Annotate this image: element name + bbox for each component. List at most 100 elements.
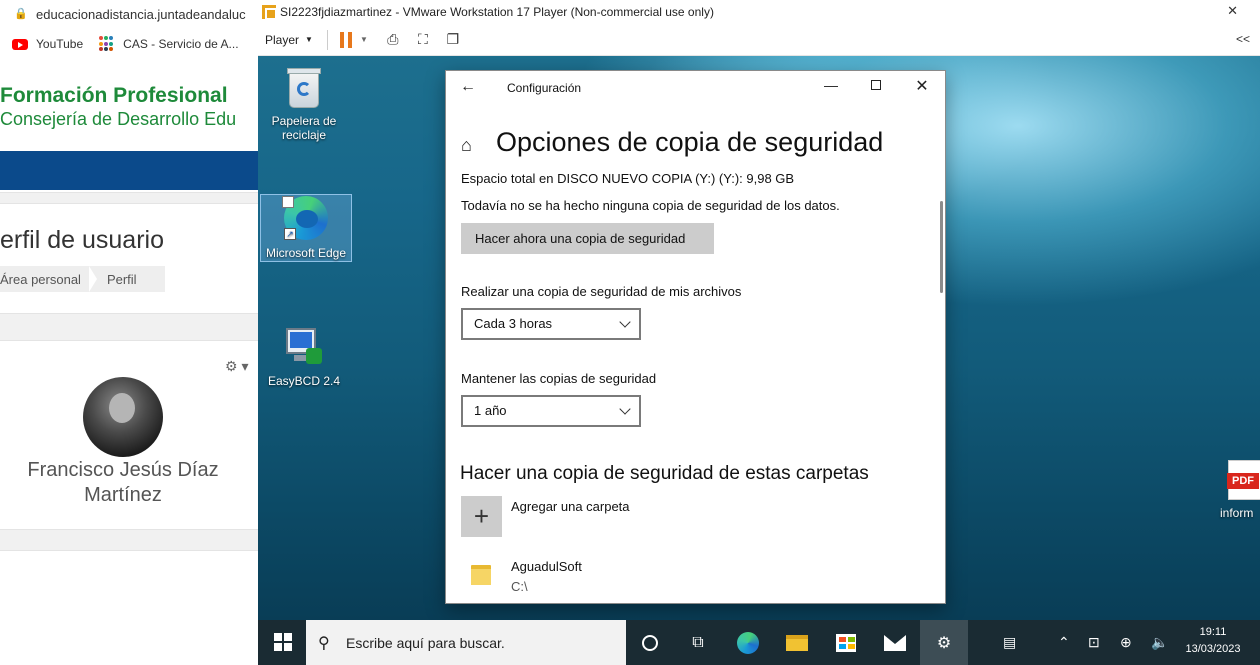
bookmark-youtube[interactable]: YouTube <box>12 37 83 51</box>
breadcrumb-current[interactable]: Perfil <box>107 272 145 287</box>
desktop-icon-pdf[interactable]: PDF inform <box>1220 460 1260 520</box>
close-icon[interactable]: ✕ <box>912 76 932 96</box>
keep-label: Mantener las copias de seguridad <box>461 371 657 386</box>
user-name: Francisco Jesús Díaz Martínez <box>27 459 219 506</box>
chevron-down-icon <box>619 316 631 328</box>
plus-icon: + <box>473 501 490 531</box>
divider <box>0 192 258 204</box>
close-icon[interactable]: ✕ <box>1227 3 1238 19</box>
taskbar-clock[interactable]: 19:11 13/03/2023 <box>1180 624 1246 658</box>
keep-value: 1 año <box>474 403 507 418</box>
bookmark-cas[interactable]: CAS - Servicio de A... <box>99 36 239 52</box>
windows-start-icon[interactable] <box>274 633 292 651</box>
cortana-button[interactable] <box>626 620 674 665</box>
frequency-dropdown[interactable]: Cada 3 horas <box>461 308 641 340</box>
network-globe-icon[interactable]: ⊕ <box>1120 634 1132 651</box>
avatar <box>83 377 163 457</box>
folder-name[interactable]: AguadulSoft <box>511 559 582 574</box>
folder-icon <box>786 634 808 651</box>
player-label: Player <box>265 32 300 47</box>
frequency-label: Realizar una copia de seguridad de mis a… <box>461 284 742 299</box>
recycle-bin-icon <box>285 66 323 110</box>
desktop-icon-recycle-bin[interactable]: Papelera de reciclaje <box>258 66 350 142</box>
backup-status-text: Todavía no se ha hecho ninguna copia de … <box>461 198 840 213</box>
taskbar-mail[interactable] <box>871 620 919 665</box>
notifications-app-icon[interactable]: ▤ <box>1003 634 1016 651</box>
search-placeholder: Escribe aquí para buscar. <box>346 634 505 651</box>
desktop-icon-edge[interactable]: ↗ Microsoft Edge <box>260 196 352 260</box>
backup-now-button[interactable]: Hacer ahora una copia de seguridad <box>461 223 714 254</box>
taskbar-settings[interactable]: ⚙ <box>920 620 968 665</box>
taskbar-explorer[interactable] <box>773 620 821 665</box>
easybcd-icon <box>284 328 324 370</box>
back-arrow-icon[interactable]: ← <box>460 78 476 96</box>
vm-window-title: SI2223fjdiazmartinez - VMware Workstatio… <box>280 5 714 19</box>
gear-icon: ⚙ <box>936 634 952 652</box>
desktop-icon-label: EasyBCD 2.4 <box>267 374 341 388</box>
task-view-icon: ⧉ <box>692 633 704 651</box>
vm-toolbar: Player ▼ ▼ ⎙ ⛶ ❐ << <box>258 24 1260 56</box>
task-view-button[interactable]: ⧉ <box>674 620 722 665</box>
fullscreen-icon[interactable]: ⛶ <box>414 31 432 48</box>
site-subtitle: Consejería de Desarrollo Edu <box>0 109 237 129</box>
folder-path: C:\ <box>511 579 528 594</box>
chevron-down-icon <box>619 403 631 415</box>
chevron-down-icon: ▼ <box>305 35 313 44</box>
taskbar-store[interactable] <box>822 620 870 665</box>
taskbar: ⚲ Escribe aquí para buscar. ⧉ ⚙ ▤ ⌃ ⊡ ⊕ … <box>258 620 1260 665</box>
search-icon: ⚲ <box>318 635 330 652</box>
mail-icon <box>884 634 906 651</box>
youtube-icon <box>12 38 28 50</box>
desktop-icon-easybcd[interactable]: EasyBCD 2.4 <box>258 328 350 388</box>
desktop-icon-label: Microsoft Edge <box>265 246 347 260</box>
bookmarks-bar: YouTube CAS - Servicio de A... <box>0 30 258 58</box>
taskbar-edge[interactable] <box>724 620 772 665</box>
bookmark-label: CAS - Servicio de A... <box>123 37 239 51</box>
pause-icon[interactable] <box>339 31 352 48</box>
chevron-down-icon[interactable]: ▼ <box>360 35 368 44</box>
keep-dropdown[interactable]: 1 año <box>461 395 641 427</box>
taskbar-search[interactable]: ⚲ Escribe aquí para buscar. <box>306 620 626 665</box>
desktop-icon-label: Papelera de reciclaje <box>271 114 337 142</box>
settings-window: ← Configuración — ✕ ⌂ Opciones de copia … <box>445 70 946 604</box>
cortana-icon <box>642 634 658 651</box>
breadcrumb-home[interactable]: Área personal <box>0 272 89 287</box>
clock-date: 13/03/2023 <box>1185 643 1241 655</box>
clock-time: 19:11 <box>1199 626 1227 638</box>
breadcrumb: Área personal Perfil <box>0 266 165 292</box>
browser-window: 🔒 educacionadistancia.juntadeandaluc You… <box>0 0 258 665</box>
player-menu-button[interactable]: Player ▼ <box>265 33 313 47</box>
drive-space-text: Espacio total en DISCO NUEVO COPIA (Y:) … <box>461 171 795 186</box>
vm-titlebar: SI2223fjdiazmartinez - VMware Workstatio… <box>258 0 1260 24</box>
folders-heading: Hacer una copia de seguridad de estas ca… <box>460 463 869 484</box>
selection-checkbox[interactable] <box>282 196 294 208</box>
gear-icon[interactable]: ⚙ ▾ <box>225 358 248 375</box>
address-text: educacionadistancia.juntadeandaluc <box>36 6 246 22</box>
collapse-toolbar-button[interactable]: << <box>1236 32 1250 46</box>
breadcrumb-separator <box>88 266 99 292</box>
divider <box>0 313 258 341</box>
desktop-icon-label: inform <box>1220 506 1254 520</box>
folder-icon <box>471 563 491 585</box>
send-ctrl-alt-del-icon[interactable]: ⎙ <box>384 31 402 48</box>
chevron-up-icon[interactable]: ⌃ <box>1058 634 1070 651</box>
home-icon: ⌂ <box>461 135 472 155</box>
add-folder-button[interactable]: + <box>461 496 502 537</box>
address-bar[interactable]: 🔒 educacionadistancia.juntadeandaluc <box>0 0 258 28</box>
maximize-icon[interactable] <box>866 77 886 93</box>
unity-icon[interactable]: ❐ <box>444 31 462 48</box>
page-title: erfil de usuario <box>0 226 164 254</box>
volume-icon[interactable]: 🔈 <box>1151 634 1168 651</box>
page-title: Opciones de copia de seguridad <box>496 127 884 157</box>
scrollbar[interactable] <box>940 201 943 293</box>
toolbar-divider <box>326 29 328 50</box>
site-title: Formación Profesional <box>0 84 228 107</box>
add-folder-label[interactable]: Agregar una carpeta <box>511 499 630 514</box>
shortcut-arrow-icon: ↗ <box>284 228 296 240</box>
cas-icon <box>99 36 115 52</box>
meet-now-icon[interactable]: ⊡ <box>1088 634 1100 651</box>
minimize-icon[interactable]: — <box>821 77 841 93</box>
lock-icon: 🔒 <box>14 8 28 20</box>
settings-window-title: Configuración <box>507 81 582 95</box>
divider <box>0 529 258 551</box>
